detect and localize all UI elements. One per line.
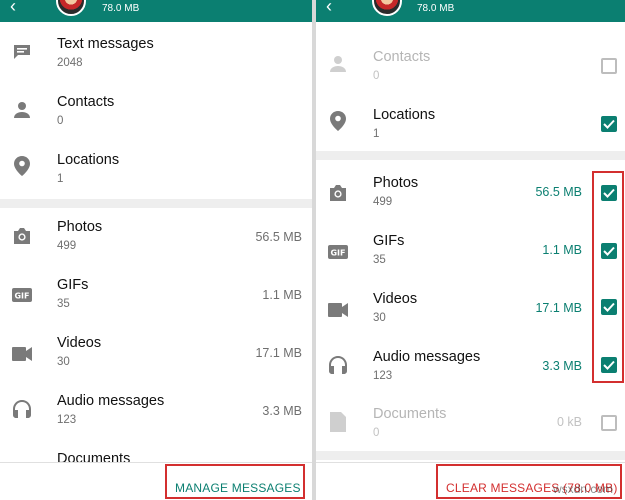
checkbox-contacts[interactable] xyxy=(601,58,617,74)
document-icon xyxy=(328,412,348,432)
top-app-bar: ‹ 78.0 MB xyxy=(0,0,312,22)
location-pin-icon xyxy=(328,111,348,131)
row-title: Locations xyxy=(57,152,120,168)
row-size: 56.5 MB xyxy=(535,185,582,199)
storage-row-photos[interactable]: Photos 499 56.5 MB xyxy=(316,163,625,221)
camera-icon xyxy=(12,226,32,246)
row-count: 35 xyxy=(57,298,70,310)
row-size: 1.1 MB xyxy=(542,243,582,257)
row-count: 1 xyxy=(57,173,64,185)
row-count: 123 xyxy=(373,370,393,382)
row-count: 0 xyxy=(57,115,64,127)
storage-row-audio-messages[interactable]: Audio messages 123 3.3 MB xyxy=(316,337,625,395)
row-count: 499 xyxy=(373,196,393,208)
row-size: 0 kB xyxy=(556,415,582,429)
row-title: Photos xyxy=(57,219,103,235)
storage-row-text-messages[interactable]: Text messages 2048 xyxy=(0,28,312,86)
camera-icon xyxy=(328,183,348,203)
storage-row-documents[interactable]: Documents 0 0 kB xyxy=(316,395,625,451)
row-count: 123 xyxy=(57,414,77,426)
person-icon xyxy=(12,100,32,120)
row-size: 1.1 MB xyxy=(262,288,302,302)
location-pin-icon xyxy=(12,156,32,176)
svg-text:GIF: GIF xyxy=(330,249,345,258)
chat-avatar xyxy=(56,0,86,16)
person-icon xyxy=(328,54,348,74)
video-icon xyxy=(328,300,348,320)
section-divider xyxy=(316,151,625,160)
section-divider xyxy=(316,451,625,460)
highlight-box-clear xyxy=(436,464,622,499)
headphones-icon xyxy=(328,355,348,375)
section-divider xyxy=(0,199,312,208)
back-arrow-icon[interactable]: ‹ xyxy=(326,0,332,17)
row-title: Contacts xyxy=(373,49,431,65)
storage-row-videos[interactable]: Videos 30 17.1 MB xyxy=(0,326,312,384)
row-size: 56.5 MB xyxy=(255,230,302,244)
storage-row-gifs[interactable]: GIF GIFs 35 1.1 MB xyxy=(316,221,625,279)
row-title: Locations xyxy=(373,107,436,123)
row-count: 35 xyxy=(373,254,386,266)
storage-row-locations[interactable]: Locations 1 xyxy=(0,144,312,202)
storage-row-audio-messages[interactable]: Audio messages 123 3.3 MB xyxy=(0,384,312,442)
row-count: 0 xyxy=(373,70,380,82)
back-arrow-icon[interactable]: ‹ xyxy=(10,0,16,17)
row-title: Videos xyxy=(57,335,102,351)
row-title: Videos xyxy=(373,291,418,307)
checkmark-icon xyxy=(603,119,615,129)
row-title: GIFs xyxy=(57,277,89,293)
row-title: Text messages xyxy=(57,36,154,52)
chat-avatar xyxy=(372,0,402,16)
message-icon xyxy=(12,42,32,62)
row-size: 17.1 MB xyxy=(535,301,582,315)
row-count: 30 xyxy=(373,312,386,324)
row-count: 2048 xyxy=(57,57,83,69)
row-title: Audio messages xyxy=(57,393,165,409)
svg-text:GIF: GIF xyxy=(14,292,29,301)
video-icon xyxy=(12,344,32,364)
storage-row-contacts[interactable]: Contacts 0 xyxy=(316,38,625,96)
storage-row-gifs[interactable]: GIF GIFs 35 1.1 MB xyxy=(0,268,312,326)
checkbox-documents[interactable] xyxy=(601,415,617,431)
storage-usage-panel-left: ‹ 78.0 MB Text messages 2048 Contacts 0 … xyxy=(0,0,312,500)
row-title: Contacts xyxy=(57,94,115,110)
row-count: 499 xyxy=(57,240,77,252)
checkbox-locations[interactable] xyxy=(601,116,617,132)
row-count: 30 xyxy=(57,356,70,368)
storage-row-videos[interactable]: Videos 30 17.1 MB xyxy=(316,279,625,337)
gif-icon: GIF xyxy=(328,242,348,262)
storage-row-contacts[interactable]: Contacts 0 xyxy=(0,86,312,144)
gif-icon: GIF xyxy=(12,285,32,305)
row-size: 17.1 MB xyxy=(255,346,302,360)
row-title: Documents xyxy=(373,406,447,422)
storage-row-photos[interactable]: Photos 499 56.5 MB xyxy=(0,210,312,268)
row-size: 3.3 MB xyxy=(542,359,582,373)
highlight-box xyxy=(165,464,305,499)
storage-row-locations[interactable]: Locations 1 xyxy=(316,96,625,154)
row-count: 1 xyxy=(373,128,380,140)
top-app-bar: ‹ 78.0 MB xyxy=(316,0,625,22)
row-title: Audio messages xyxy=(373,349,481,365)
row-title: Photos xyxy=(373,175,419,191)
headphones-icon xyxy=(12,399,32,419)
row-title: GIFs xyxy=(373,233,405,249)
row-size: 3.3 MB xyxy=(262,404,302,418)
chat-storage-size: 78.0 MB xyxy=(417,3,455,14)
storage-usage-panel-right: ‹ 78.0 MB Contacts 0 Locations 1 Photos … xyxy=(316,0,625,500)
highlight-box-checkboxes xyxy=(592,171,624,383)
chat-storage-size: 78.0 MB xyxy=(102,3,140,14)
row-count: 0 xyxy=(373,427,380,439)
